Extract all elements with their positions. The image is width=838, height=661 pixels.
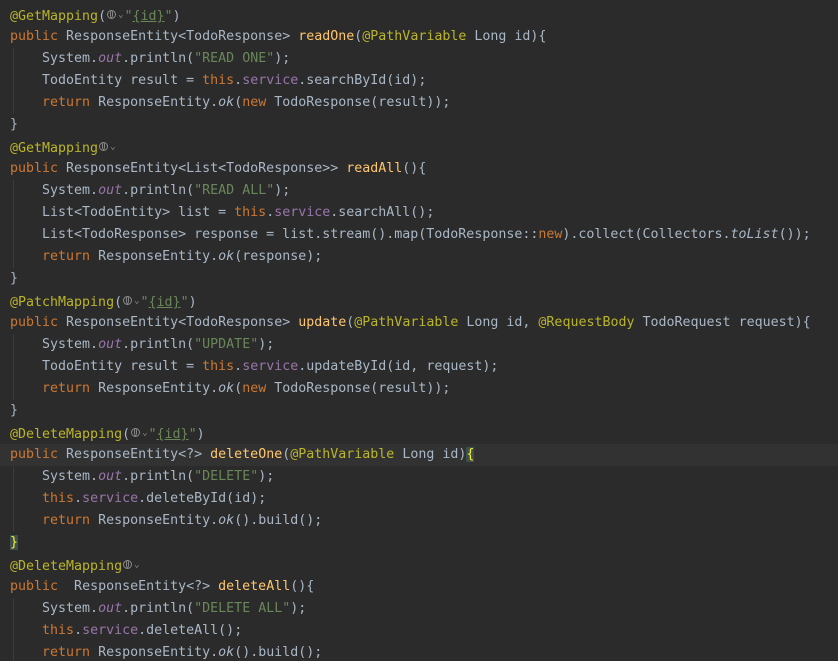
current-code-line: public ResponseEntity<?> deleteOne(@Path… — [0, 444, 838, 466]
code-line: System.out.println("READ ALL"); — [0, 180, 838, 202]
code-line: return ResponseEntity.ok(response); — [0, 246, 838, 268]
code-line: System.out.println("UPDATE"); — [0, 334, 838, 356]
code-line: this.service.deleteById(id); — [0, 488, 838, 510]
chevron-down-icon[interactable]: ⌄ — [118, 4, 123, 26]
method-name: readAll — [346, 161, 403, 176]
code-line: } — [10, 117, 19, 132]
globe-icon[interactable] — [107, 10, 117, 20]
code-line: return ResponseEntity.ok(new TodoRespons… — [0, 92, 838, 114]
path-placeholder: {id} — [132, 9, 165, 24]
method-name: readOne — [298, 29, 355, 44]
chevron-down-icon[interactable]: ⌄ — [110, 136, 115, 158]
code-line: public ResponseEntity<TodoResponse> read… — [10, 29, 547, 44]
method-name: update — [298, 315, 347, 330]
code-line: System.out.println("DELETE"); — [0, 466, 838, 488]
globe-icon[interactable] — [99, 142, 109, 152]
annotation: @DeleteMapping — [10, 559, 123, 574]
code-line: @DeleteMapping ⌄ — [0, 554, 838, 576]
code-line: return ResponseEntity.ok(new TodoRespons… — [0, 378, 838, 400]
code-line: TodoEntity result = this.service.updateB… — [0, 356, 838, 378]
chevron-down-icon[interactable]: ⌄ — [134, 290, 139, 312]
annotation: @GetMapping — [10, 9, 99, 24]
matched-brace: { — [466, 447, 475, 462]
globe-icon[interactable] — [123, 560, 133, 570]
globe-icon[interactable] — [131, 428, 141, 438]
code-line: } — [0, 532, 838, 554]
matched-brace: } — [10, 535, 19, 550]
chevron-down-icon[interactable]: ⌄ — [142, 422, 147, 444]
code-line: return ResponseEntity.ok().build(); — [0, 642, 838, 661]
chevron-down-icon[interactable]: ⌄ — [134, 554, 139, 576]
method-name: deleteAll — [218, 579, 291, 594]
annotation: @DeleteMapping — [10, 427, 123, 442]
code-line: public ResponseEntity<List<TodoResponse>… — [10, 161, 427, 176]
code-line: List<TodoEntity> list = this.service.sea… — [0, 202, 838, 224]
annotation: @GetMapping — [10, 141, 99, 156]
code-line: this.service.deleteAll(); — [0, 620, 838, 642]
code-line: @GetMapping ⌄ — [0, 136, 838, 158]
code-line: System.out.println("READ ONE"); — [0, 48, 838, 70]
code-line: return ResponseEntity.ok().build(); — [0, 510, 838, 532]
code-line: } — [10, 271, 19, 286]
annotation: @PatchMapping — [10, 295, 115, 310]
code-line: } — [10, 403, 19, 418]
globe-icon[interactable] — [123, 296, 133, 306]
code-line: public ResponseEntity<TodoResponse> upda… — [10, 315, 811, 330]
code-line: public ResponseEntity<?> deleteAll(){ — [10, 579, 315, 594]
path-placeholder: {id} — [156, 427, 189, 442]
code-editor[interactable]: @GetMapping(⌄"{id}") public ResponseEnti… — [0, 0, 838, 661]
code-line: TodoEntity result = this.service.searchB… — [0, 70, 838, 92]
code-line: @PatchMapping(⌄"{id}") — [0, 290, 838, 312]
method-name: deleteOne — [210, 447, 283, 462]
path-placeholder: {id} — [148, 295, 181, 310]
code-line: System.out.println("DELETE ALL"); — [0, 598, 838, 620]
code-line: @DeleteMapping(⌄"{id}") — [0, 422, 838, 444]
code-line: @GetMapping(⌄"{id}") — [0, 4, 838, 26]
code-line: List<TodoResponse> response = list.strea… — [0, 224, 838, 246]
